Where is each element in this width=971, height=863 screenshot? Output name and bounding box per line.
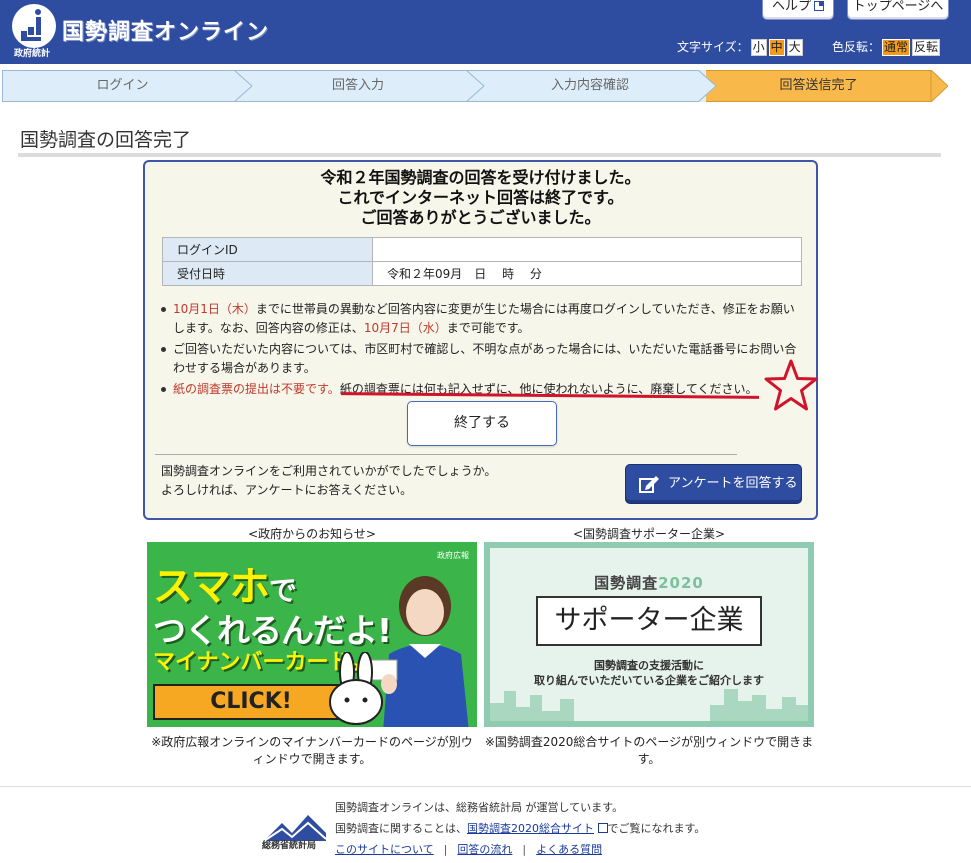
- site-logo[interactable]: 国勢調査オンライン 政府統計: [12, 4, 272, 59]
- footer-text: 国勢調査に関することは、: [335, 822, 467, 835]
- survey-line-1: 国勢調査オンラインをご利用されていかがでしたでしょうか。: [161, 464, 497, 478]
- right-banner-note: ※国勢調査2020総合サイトのページが別ウィンドウで開きます。: [484, 735, 814, 766]
- received-label: 受付日時: [162, 261, 373, 286]
- supporter-company-banner[interactable]: 国勢調査2020 サポーター企業 国勢調査の支援活動に 取り組んでいただいている…: [484, 542, 814, 727]
- title-divider: [18, 153, 941, 157]
- top-page-label: トップページへ: [852, 0, 944, 14]
- banner-text: 国勢調査の支援活動に: [594, 659, 704, 672]
- survey-prompt: 国勢調査オンラインをご利用されていかがでしたでしょうか。 よろしければ、アンケー…: [161, 462, 496, 500]
- font-medium-button[interactable]: 中: [768, 39, 785, 56]
- top-page-button[interactable]: トップページへ: [847, 0, 949, 20]
- star-icon: [764, 359, 818, 411]
- font-small-button[interactable]: 小: [750, 39, 767, 56]
- footer-links: このサイトについて | 回答の流れ | よくある質問: [335, 843, 603, 856]
- survey-button[interactable]: アンケートを回答する: [625, 464, 802, 504]
- completion-message: 令和２年国勢調査の回答を受け付けました。 これでインターネット回答は終了です。 …: [145, 168, 816, 228]
- rabbit-mascot-icon: [329, 652, 383, 725]
- footer-info: 国勢調査オンラインは、総務省統計局 が運営しています。 国勢調査に関することは、…: [335, 797, 705, 860]
- external-link-icon: [814, 1, 824, 11]
- list-item: ご回答いただいた内容については、市区町村で確認し、不明な点があった場合には、いた…: [157, 340, 805, 378]
- deadline-date: 10月1日（木）: [173, 302, 256, 316]
- site-title: 国勢調査オンライン: [62, 20, 270, 45]
- list-item: 10月1日（木）までに世帯員の異動など回答内容に変更が生じた場合には再度ログイン…: [157, 300, 805, 338]
- banner-title: サポーター企業: [536, 596, 762, 646]
- survey-button-label: アンケートを回答する: [668, 476, 798, 491]
- help-label: ヘルプ: [771, 0, 811, 14]
- received-value: 令和２年09月 日 時 分: [372, 261, 802, 286]
- left-banner-note: ※政府広報オンラインのマイナンバーカードのページが別ウィンドウで開きます。: [151, 735, 473, 766]
- completion-panel: 令和２年国勢調査の回答を受け付けました。 これでインターネット回答は終了です。 …: [143, 160, 818, 520]
- spokesperson-image: [369, 576, 469, 727]
- login-id-value: [372, 237, 802, 262]
- org-label: 政府統計: [14, 49, 51, 59]
- table-row: 受付日時 令和２年09月 日 時 分: [162, 261, 802, 286]
- note-text: ご回答いただいた内容については、市区町村で確認し、不明な点があった場合には、いた…: [173, 342, 797, 375]
- external-link-icon: [597, 823, 608, 833]
- footer-divider: [0, 786, 971, 787]
- gov-notice-label: <政府からのお知らせ>: [248, 527, 376, 541]
- lead-line-3: ご回答ありがとうございました。: [360, 208, 601, 227]
- edit-deadline-date: 10月7日（水）: [363, 321, 447, 335]
- step-arrows: [233, 70, 948, 102]
- faq-link[interactable]: よくある質問: [536, 843, 602, 856]
- footer-org: 総務省統計局: [262, 841, 317, 851]
- notes-list: 10月1日（木）までに世帯員の異動など回答内容に変更が生じた場合には再度ログイン…: [157, 300, 805, 401]
- city-skyline-icon: [490, 689, 808, 721]
- flow-link[interactable]: 回答の流れ: [457, 843, 512, 856]
- end-button[interactable]: 終了する: [407, 401, 557, 446]
- login-id-label: ログインID: [162, 237, 373, 262]
- help-button[interactable]: ヘルプ: [762, 0, 834, 20]
- font-size-control: 文字サイズ：小中大: [677, 38, 803, 56]
- supporter-label: <国勢調査サポーター企業>: [572, 527, 726, 541]
- footer-text: でご覧になれます。: [607, 822, 706, 835]
- banner-kokusei: 国勢調査2020: [490, 572, 808, 593]
- footer-line-1: 国勢調査オンラインは、総務省統計局 が運営しています。: [335, 801, 624, 814]
- page-title: 国勢調査の回答完了: [20, 129, 192, 151]
- banner-pr-label: 政府広報: [437, 551, 469, 560]
- banner-text: で: [268, 574, 297, 607]
- progress-steps: ログイン 回答入力 入力内容確認 回答送信完了: [2, 70, 948, 102]
- census-site-link[interactable]: 国勢調査2020総合サイト: [467, 822, 594, 835]
- contrast-normal-button[interactable]: 通常: [882, 39, 911, 56]
- about-link[interactable]: このサイトについて: [335, 843, 434, 856]
- contrast-label: 色反転：: [832, 40, 881, 54]
- banner-text: 国勢調査: [594, 574, 659, 592]
- contrast-inverse-button[interactable]: 反転: [912, 39, 941, 56]
- site-header: 国勢調査オンライン 政府統計 ヘルプ トップページへ 文字サイズ：小中大 色反転…: [0, 0, 971, 64]
- mynumber-card-banner[interactable]: スマホで つくれるんだよ! マイナンバーカード。 CLICK! 政府広報: [147, 542, 477, 727]
- survey-pen-icon: [639, 476, 659, 493]
- banner-click: CLICK!: [153, 684, 349, 720]
- logo-icon: [12, 4, 56, 48]
- lead-line-1: 令和２年国勢調査の回答を受け付けました。: [320, 168, 641, 187]
- table-row: ログインID: [162, 237, 802, 262]
- survey-line-2: よろしければ、アンケートにお答えください。: [161, 483, 413, 497]
- receipt-table: ログインID 受付日時 令和２年09月 日 時 分: [162, 237, 802, 286]
- note-text: まで可能です。: [446, 321, 530, 335]
- lead-line-2: これでインターネット回答は終了です。: [337, 188, 624, 207]
- footer-line-2: 国勢調査に関することは、国勢調査2020総合サイト でご覧になれます。: [335, 818, 705, 839]
- banner-year: 2020: [658, 574, 704, 592]
- paper-not-needed: 紙の調査票の提出は不要です。: [173, 382, 340, 396]
- divider: [155, 454, 737, 455]
- font-size-label: 文字サイズ：: [677, 40, 749, 54]
- contrast-control: 色反転： 通常 反転: [832, 38, 941, 56]
- font-large-button[interactable]: 大: [786, 39, 803, 56]
